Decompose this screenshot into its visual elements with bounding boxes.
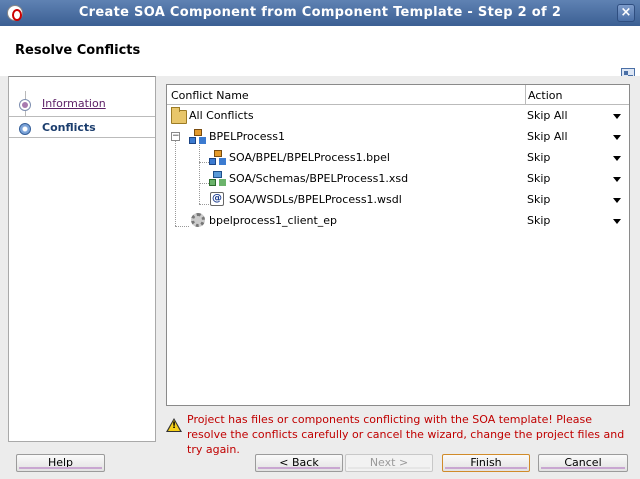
table-row[interactable]: SOA/Schemas/BPELProcess1.xsd Skip [167, 168, 629, 189]
window-title: Create SOA Component from Component Temp… [78, 5, 562, 20]
nav-item-information[interactable]: Information [9, 93, 155, 115]
column-header-conflict-name[interactable]: Conflict Name [171, 89, 249, 102]
wizard-steps-nav: Information Conflicts [8, 76, 156, 442]
cancel-button[interactable]: Cancel [538, 454, 628, 472]
action-value[interactable]: Skip [527, 151, 550, 164]
bpel-process-icon [189, 129, 205, 144]
conflict-name: All Conflicts [189, 109, 254, 122]
table-header: Conflict Name Action [167, 85, 629, 105]
table-row[interactable]: bpelprocess1_client_ep Skip [167, 210, 629, 231]
action-value[interactable]: Skip All [527, 109, 568, 122]
table-row[interactable]: SOA/BPEL/BPELProcess1.bpel Skip [167, 147, 629, 168]
chevron-down-icon[interactable] [613, 156, 621, 161]
wizard-header: Resolve Conflicts [0, 26, 640, 82]
conflict-name: BPELProcess1 [209, 130, 285, 143]
nav-item-conflicts[interactable]: Conflicts [9, 116, 155, 138]
table-row[interactable]: − BPELProcess1 Skip All [167, 126, 629, 147]
chevron-down-icon[interactable] [613, 177, 621, 182]
nav-item-label: Information [42, 97, 106, 110]
conflict-name: bpelprocess1_client_ep [209, 214, 338, 227]
column-separator [525, 85, 526, 105]
table-row[interactable]: All Conflicts Skip All [167, 105, 629, 126]
help-button[interactable]: Help [16, 454, 105, 472]
column-header-action[interactable]: Action [528, 89, 562, 102]
action-value[interactable]: Skip [527, 172, 550, 185]
action-value[interactable]: Skip [527, 214, 550, 227]
folder-open-icon [171, 107, 187, 124]
conflict-name: SOA/Schemas/BPELProcess1.xsd [229, 172, 409, 185]
close-window-button[interactable]: × [617, 4, 635, 22]
action-value[interactable]: Skip [527, 193, 550, 206]
conflicts-tree-table: Conflict Name Action All Conflicts Skip … [166, 84, 630, 406]
xsd-schema-icon [209, 171, 225, 186]
conflict-name: SOA/BPEL/BPELProcess1.bpel [229, 151, 390, 164]
tree-collapse-toggle[interactable]: − [171, 132, 180, 141]
action-value[interactable]: Skip All [527, 130, 568, 143]
wsdl-file-icon: @ [210, 192, 224, 206]
conflict-name: SOA/WSDLs/BPELProcess1.wsdl [229, 193, 402, 206]
warning-icon [166, 418, 182, 432]
nav-item-label: Conflicts [42, 121, 96, 134]
back-button[interactable]: < Back [255, 454, 343, 472]
page-title: Resolve Conflicts [15, 43, 141, 58]
title-bar: Create SOA Component from Component Temp… [0, 0, 640, 26]
table-row[interactable]: @ SOA/WSDLs/BPELProcess1.wsdl Skip [167, 189, 629, 210]
step-complete-icon [19, 99, 31, 111]
bpel-file-icon [209, 150, 225, 165]
warning-message: Project has files or components conflict… [187, 413, 625, 456]
service-endpoint-gear-icon [191, 213, 205, 227]
chevron-down-icon[interactable] [613, 135, 621, 140]
chevron-down-icon[interactable] [613, 219, 621, 224]
step-current-icon [19, 123, 31, 135]
next-button[interactable]: Next > [345, 454, 433, 472]
chevron-down-icon[interactable] [613, 198, 621, 203]
finish-button[interactable]: Finish [442, 454, 530, 472]
chevron-down-icon[interactable] [613, 114, 621, 119]
wizard-body: Information Conflicts Conflict Name Acti… [0, 76, 640, 479]
